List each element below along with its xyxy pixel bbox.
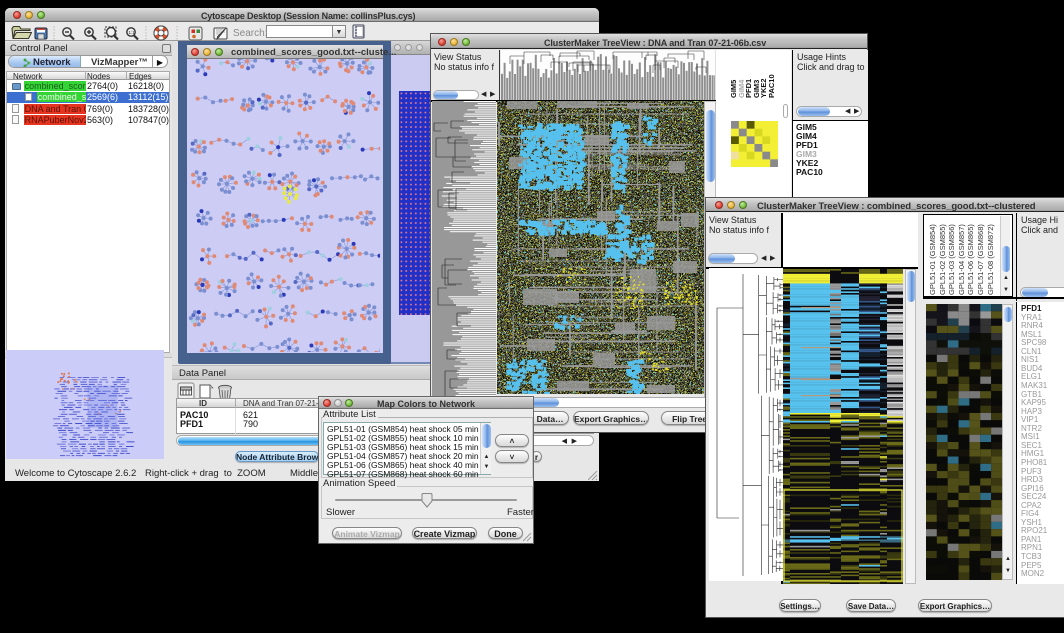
svg-text:1:1: 1:1 [129, 30, 136, 35]
svg-text:Search:: Search: [233, 28, 267, 39]
